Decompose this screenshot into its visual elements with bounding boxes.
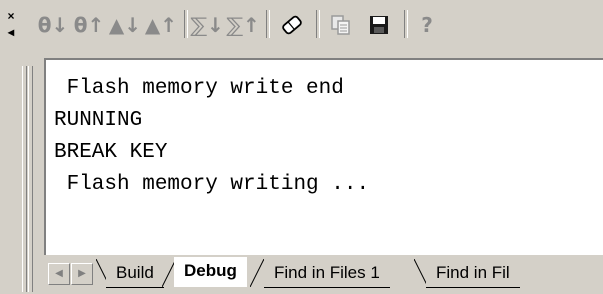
toolbar-separator (316, 10, 320, 38)
close-icon[interactable]: × (3, 8, 19, 24)
clear-icon[interactable] (274, 9, 310, 41)
toolbar-separator (404, 10, 408, 38)
prev-warning-icon[interactable]: ▲↓ (108, 9, 142, 41)
sort-desc-icon[interactable]: ⅀↑ (226, 9, 260, 41)
save-icon[interactable] (362, 9, 396, 41)
next-warning-icon[interactable]: ▲↑ (144, 9, 178, 41)
toolbar-separator (184, 10, 188, 38)
output-line: Flash memory write end (54, 77, 344, 100)
scroll-right-button[interactable]: ▶ (71, 263, 93, 285)
output-line: RUNNING (54, 109, 143, 132)
dock-grip[interactable] (22, 66, 27, 292)
toolbar-separator (266, 10, 270, 38)
tab-find-in-files-1[interactable]: Find in Files 1 (264, 259, 390, 288)
tab-build[interactable]: Build (106, 259, 164, 288)
toolbar: θ↓ θ↑ ▲↓ ▲↑ ⅀↓ ⅀↑ ? (34, 0, 603, 50)
tab-debug[interactable]: Debug (174, 257, 247, 287)
dock-strip: × ◂ (0, 0, 34, 294)
sort-asc-icon[interactable]: ⅀↓ (190, 9, 224, 41)
scroll-left-button[interactable]: ◀ (48, 263, 70, 285)
tab-bar: ◀ ▶ Build Debug Find in Files 1 Find in … (44, 255, 603, 294)
output-window: × ◂ θ↓ θ↑ ▲↓ ▲↑ ⅀↓ ⅀↑ ? Flash memory wri… (0, 0, 603, 294)
tab-edge (250, 259, 264, 287)
output-line: BREAK KEY (54, 141, 168, 164)
copy-icon[interactable] (324, 9, 358, 41)
dock-grip[interactable] (28, 66, 33, 292)
pin-icon[interactable]: ◂ (3, 24, 19, 40)
output-pane[interactable]: Flash memory write end RUNNING BREAK KEY… (44, 58, 603, 255)
prev-error-icon[interactable]: θ↓ (36, 9, 70, 41)
output-line: Flash memory writing ... (54, 173, 370, 196)
next-error-icon[interactable]: θ↑ (72, 9, 106, 41)
tab-find-in-files-2[interactable]: Find in Fil (426, 259, 520, 288)
help-icon[interactable]: ? (412, 9, 442, 41)
